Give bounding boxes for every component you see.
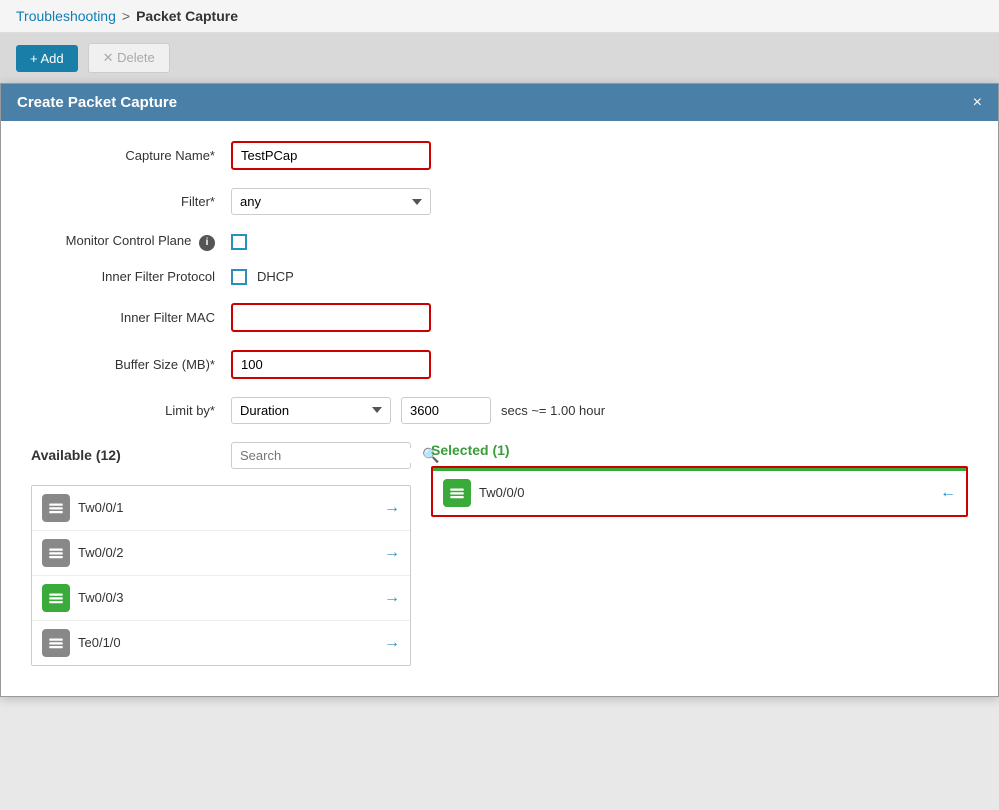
arrow-right-icon: → [384,589,400,607]
top-bar: Troubleshooting > Packet Capture [0,0,999,33]
duration-input[interactable] [401,397,491,424]
monitor-control-wrap [231,234,968,250]
arrow-right-icon: → [384,544,400,562]
search-input[interactable] [240,448,416,463]
limit-by-label: Limit by* [31,403,231,418]
info-icon: i [199,235,215,251]
selected-title: Selected (1) [431,442,968,458]
breadcrumb-current: Packet Capture [136,8,238,24]
inner-filter-mac-label: Inner Filter MAC [31,310,231,325]
iface-icon [42,584,70,612]
iface-icon [42,539,70,567]
list-item[interactable]: Te0/1/0 → [32,621,410,665]
arrow-right-icon: → [384,499,400,517]
breadcrumb-separator: > [122,8,130,24]
iface-icon [443,479,471,507]
modal-close-button[interactable]: × [973,95,982,111]
inner-filter-mac-control [231,303,968,332]
toolbar: + Add ✕ Delete [0,33,999,83]
monitor-control-row: Monitor Control Plane i [31,233,968,251]
buffer-size-input[interactable] [231,350,431,379]
buffer-size-label: Buffer Size (MB)* [31,357,231,372]
modal-header: Create Packet Capture × [1,84,998,121]
list-item[interactable]: Tw0/0/1 → [32,486,410,531]
add-button[interactable]: + Add [16,45,78,72]
iface-left: Tw0/0/3 [42,584,124,612]
limit-by-row: Limit by* Duration Size secs ~= 1.00 hou… [31,397,968,424]
iface-name: Tw0/0/2 [78,545,124,560]
dhcp-checkbox[interactable] [231,269,247,285]
two-pane: Available (12) 🔍 [31,442,968,676]
buffer-size-row: Buffer Size (MB)* [31,350,968,379]
list-item[interactable]: Tw0/0/0 ← [433,468,966,515]
inner-filter-protocol-control: DHCP [231,269,968,285]
inner-filter-protocol-label: Inner Filter Protocol [31,269,231,284]
available-pane: Available (12) 🔍 [31,442,421,666]
selected-list: Tw0/0/0 ← [431,466,968,517]
duration-hint: secs ~= 1.00 hour [501,403,605,418]
available-list: Tw0/0/1 → Tw0/0/2 → [31,485,411,666]
breadcrumb-link[interactable]: Troubleshooting [16,8,116,24]
iface-left: Tw0/0/2 [42,539,124,567]
delete-button[interactable]: ✕ Delete [88,43,170,73]
iface-left: Te0/1/0 [42,629,121,657]
monitor-control-checkbox[interactable] [231,234,247,250]
monitor-control-label: Monitor Control Plane i [31,233,231,251]
arrow-right-icon: → [384,634,400,652]
limit-by-select[interactable]: Duration Size [231,397,391,424]
filter-control: any custom [231,188,968,215]
dhcp-checkbox-wrap: DHCP [231,269,968,285]
iface-left: Tw0/0/0 [443,479,525,507]
selected-pane: Selected (1) Tw0/0/0 ← [421,442,968,666]
list-item[interactable]: Tw0/0/3 → [32,576,410,621]
limit-row: Duration Size secs ~= 1.00 hour [231,397,968,424]
iface-icon [42,494,70,522]
modal-title: Create Packet Capture [17,94,177,111]
available-title: Available (12) [31,447,121,463]
inner-filter-mac-input[interactable] [231,303,431,332]
create-packet-capture-modal: Create Packet Capture × Capture Name* Fi… [0,83,999,697]
dhcp-label: DHCP [257,269,294,284]
search-box: 🔍 [231,442,411,469]
buffer-size-control [231,350,968,379]
capture-name-label: Capture Name* [31,148,231,163]
monitor-control-checkbox-wrap [231,234,968,250]
filter-row: Filter* any custom [31,188,968,215]
iface-name: Tw0/0/1 [78,500,124,515]
capture-name-input[interactable] [231,141,431,170]
capture-name-control [231,141,968,170]
capture-name-row: Capture Name* [31,141,968,170]
inner-filter-protocol-row: Inner Filter Protocol DHCP [31,269,968,285]
filter-select[interactable]: any custom [231,188,431,215]
iface-name: Tw0/0/0 [479,485,525,500]
inner-filter-mac-row: Inner Filter MAC [31,303,968,332]
arrow-left-icon: ← [940,484,956,502]
limit-by-control: Duration Size secs ~= 1.00 hour [231,397,968,424]
iface-icon [42,629,70,657]
iface-name: Tw0/0/3 [78,590,124,605]
filter-label: Filter* [31,194,231,209]
iface-left: Tw0/0/1 [42,494,124,522]
modal-body: Capture Name* Filter* any custom Monitor… [1,121,998,696]
list-item[interactable]: Tw0/0/2 → [32,531,410,576]
iface-name: Te0/1/0 [78,635,121,650]
